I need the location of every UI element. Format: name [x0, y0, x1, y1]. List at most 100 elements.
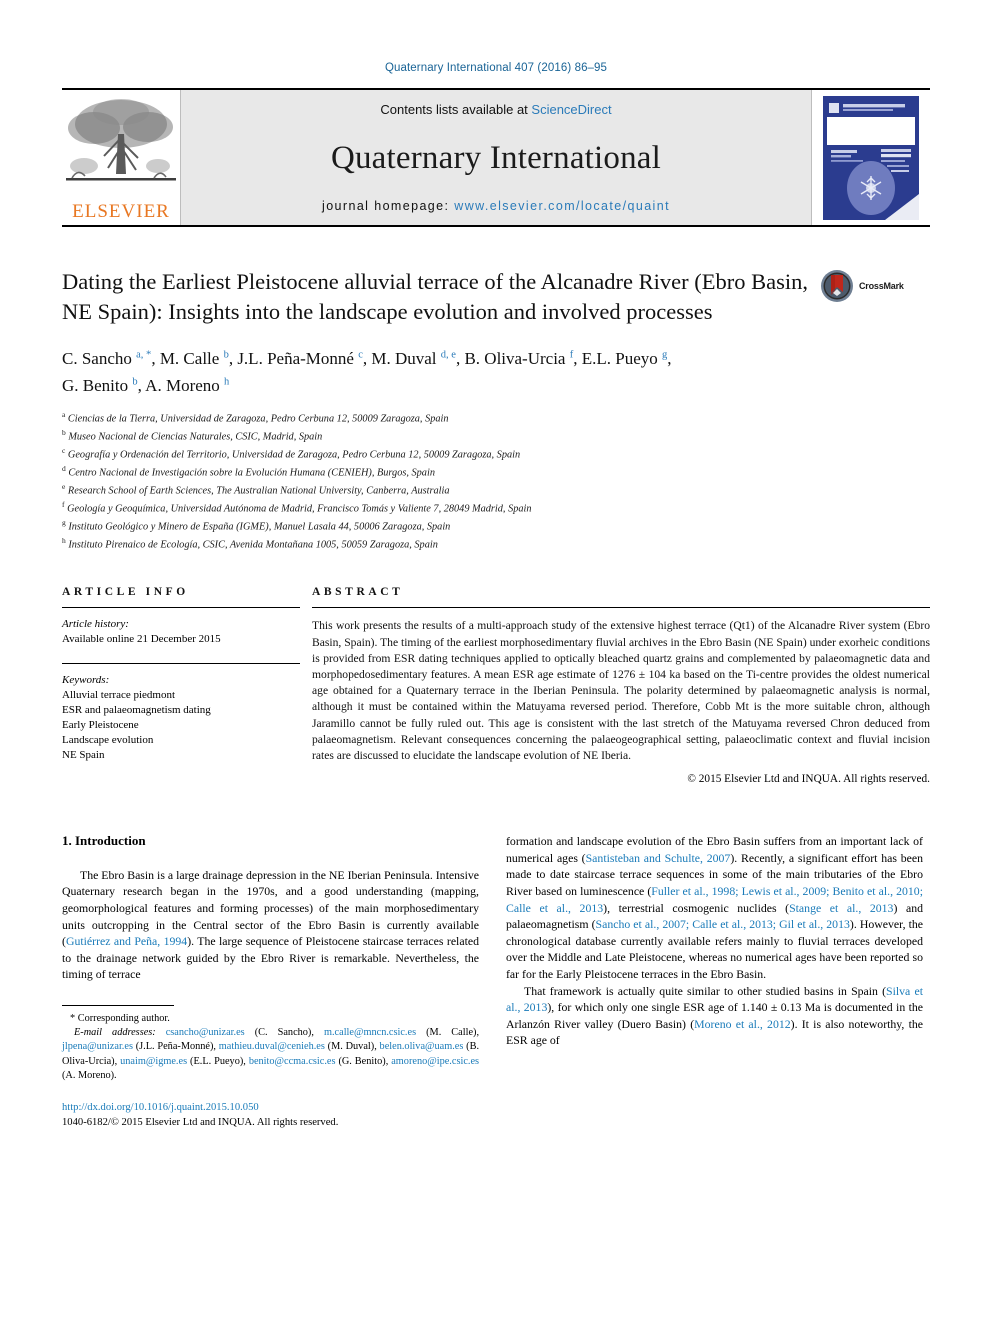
- keywords-block: Keywords: Alluvial terrace piedmont ESR …: [62, 664, 300, 763]
- elsevier-wordmark: ELSEVIER: [72, 201, 170, 222]
- affiliation-text: Geología y Geoquímica, Universidad Autón…: [67, 503, 532, 515]
- affiliation-text: Research School of Earth Sciences, The A…: [67, 485, 450, 497]
- info-abstract-row: ARTICLE INFO Article history: Available …: [62, 586, 930, 785]
- email-person: (A. Moreno): [62, 1069, 115, 1081]
- paper-page: Quaternary International 407 (2016) 86–9…: [0, 0, 992, 1323]
- elsevier-tree-icon: [66, 99, 176, 181]
- article-title: Dating the Earliest Pleistocene alluvial…: [62, 269, 808, 324]
- affiliation-label: e: [62, 482, 66, 492]
- affiliation-item: h Instituto Pirenaico de Ecología, CSIC,…: [62, 534, 930, 552]
- intro-right-text-c: ), terrestrial cosmogenic nuclides (: [603, 900, 790, 915]
- affiliation-text: Instituto Geológico y Minero de España (…: [68, 521, 451, 533]
- section-title-introduction: 1. Introduction: [62, 833, 146, 849]
- keyword-item: NE Spain: [62, 749, 105, 762]
- homepage-url-link[interactable]: www.elsevier.com/locate/quaint: [454, 199, 670, 213]
- affiliation-label: b: [62, 428, 66, 438]
- corresponding-marker: *: [70, 1013, 76, 1025]
- affiliation-label: g: [62, 518, 66, 528]
- affiliation-label: c: [62, 446, 66, 456]
- affiliation-label: a: [62, 410, 66, 420]
- journal-masthead: ELSEVIER Contents lists available at Sci…: [62, 88, 930, 227]
- article-info-heading: ARTICLE INFO: [62, 586, 189, 599]
- keyword-item: Alluvial terrace piedmont: [62, 689, 176, 702]
- author-affiliation-mark: g: [662, 349, 668, 360]
- keyword-item: Early Pleistocene: [62, 719, 139, 732]
- article-history-value: Available online 21 December 2015: [62, 633, 221, 646]
- email-link[interactable]: unaim@igme.es: [120, 1056, 187, 1067]
- article-history-block: Article history: Available online 21 Dec…: [62, 608, 300, 663]
- crossmark-badge[interactable]: CrossMark: [820, 269, 930, 303]
- email-link[interactable]: jlpena@unizar.es: [62, 1041, 133, 1052]
- affiliation-item: b Museo Nacional de Ciencias Naturales, …: [62, 426, 930, 444]
- footnote-rule: [62, 1005, 174, 1007]
- affiliation-text: Geografía y Ordenación del Territorio, U…: [67, 449, 521, 461]
- sciencedirect-link[interactable]: ScienceDirect: [531, 102, 611, 117]
- author-affiliation-mark: b: [223, 349, 229, 360]
- keywords-label: Keywords:: [62, 674, 110, 687]
- affiliation-item: d Centro Nacional de Investigación sobre…: [62, 462, 930, 480]
- email-link[interactable]: mathieu.duval@cenieh.es: [219, 1041, 325, 1052]
- email-person: (M. Calle): [426, 1027, 477, 1039]
- journal-cover-thumbnail: [811, 90, 930, 225]
- abstract-heading: ABSTRACT: [312, 586, 404, 599]
- affiliation-item: g Instituto Geológico y Minero de España…: [62, 516, 930, 534]
- contents-available-line: Contents lists available at ScienceDirec…: [181, 102, 811, 117]
- journal-title: Quaternary International: [330, 139, 662, 176]
- email-link[interactable]: m.calle@mncn.csic.es: [324, 1027, 416, 1038]
- abstract-text: This work presents the results of a mult…: [312, 619, 930, 763]
- footnote-area: * Corresponding author. E-mail addresses…: [62, 1005, 479, 1130]
- email-link[interactable]: csancho@unizar.es: [166, 1027, 245, 1038]
- affiliation-label: d: [62, 464, 66, 474]
- body-columns: 1. Introduction The Ebro Basin is a larg…: [62, 833, 930, 1130]
- abstract-copyright: © 2015 Elsevier Ltd and INQUA. All right…: [687, 773, 930, 786]
- intro-paragraph-right-2: That framework is actually quite similar…: [506, 983, 923, 1049]
- email-link[interactable]: benito@ccma.csic.es: [249, 1056, 336, 1067]
- author-list: C. Sancho a, *, M. Calle b, J.L. Peña-Mo…: [62, 343, 930, 398]
- abstract-column: ABSTRACT This work presents the results …: [312, 586, 930, 785]
- affiliation-item: f Geología y Geoquímica, Universidad Aut…: [62, 498, 930, 516]
- author-line-1: C. Sancho a, *, M. Calle b, J.L. Peña-Mo…: [62, 348, 672, 368]
- email-person: (J.L. Peña-Monné): [135, 1041, 214, 1053]
- email-link[interactable]: belen.oliva@uam.es: [380, 1041, 464, 1052]
- intro-right2-text-a: That framework is actually quite similar…: [524, 983, 887, 998]
- elsevier-logo: ELSEVIER: [62, 90, 181, 225]
- affiliation-text: Instituto Pirenaico de Ecología, CSIC, A…: [68, 539, 438, 551]
- author-affiliation-mark: h: [224, 376, 230, 388]
- affiliation-text: Museo Nacional de Ciencias Naturales, CS…: [68, 431, 323, 443]
- citation-link[interactable]: Stange et al., 2013: [789, 901, 893, 915]
- affiliation-label: f: [62, 500, 65, 510]
- email-link[interactable]: amoreno@ipe.csic.es: [391, 1056, 479, 1067]
- email-person: (E.L. Pueyo): [190, 1055, 244, 1067]
- citation-link[interactable]: Gutiérrez and Peña, 1994: [66, 934, 187, 948]
- issn-copyright: 1040-6182/© 2015 Elsevier Ltd and INQUA.…: [62, 1116, 339, 1128]
- author-affiliation-mark: a, *: [136, 349, 152, 360]
- keyword-item: Landscape evolution: [62, 734, 154, 747]
- body-column-right: formation and landscape evolution of the…: [506, 833, 923, 1130]
- email-person: (M. Duval): [327, 1041, 375, 1053]
- affiliation-text: Centro Nacional de Investigación sobre l…: [68, 467, 435, 479]
- corresponding-text: Corresponding author.: [77, 1013, 170, 1025]
- citation-link[interactable]: Sancho et al., 2007; Calle et al., 2013;…: [596, 917, 850, 931]
- body-column-left: 1. Introduction The Ebro Basin is a larg…: [62, 833, 479, 1130]
- crossmark-label: CrossMark: [859, 281, 904, 291]
- email-person: (C. Sancho): [254, 1027, 312, 1039]
- citation-link[interactable]: Santisteban and Schulte, 2007: [586, 851, 731, 865]
- intro-paragraph-left: The Ebro Basin is a large drainage depre…: [62, 867, 479, 983]
- journal-homepage-line: journal homepage: www.elsevier.com/locat…: [181, 199, 811, 213]
- doi-link[interactable]: http://dx.doi.org/10.1016/j.quaint.2015.…: [62, 1101, 479, 1116]
- title-block: Dating the Earliest Pleistocene alluvial…: [62, 267, 930, 327]
- author-affiliation-mark: c: [358, 349, 363, 360]
- crossmark-icon: [821, 270, 853, 302]
- citation-link[interactable]: Moreno et al., 2012: [694, 1017, 791, 1031]
- homepage-prefix: journal homepage:: [322, 199, 455, 213]
- author-affiliation-mark: b: [132, 376, 138, 388]
- keyword-item: ESR and palaeomagnetism dating: [62, 704, 211, 717]
- article-info-column: ARTICLE INFO Article history: Available …: [62, 586, 312, 785]
- author-line-2: G. Benito b, A. Moreno h: [62, 376, 230, 396]
- article-history-label: Article history:: [62, 618, 129, 631]
- journal-cover-image: [823, 95, 919, 220]
- affiliation-label: h: [62, 536, 66, 546]
- intro-paragraph-right-1: formation and landscape evolution of the…: [506, 833, 923, 982]
- corresponding-author-note: * Corresponding author.: [62, 1012, 479, 1026]
- email-label: E-mail addresses:: [74, 1027, 156, 1039]
